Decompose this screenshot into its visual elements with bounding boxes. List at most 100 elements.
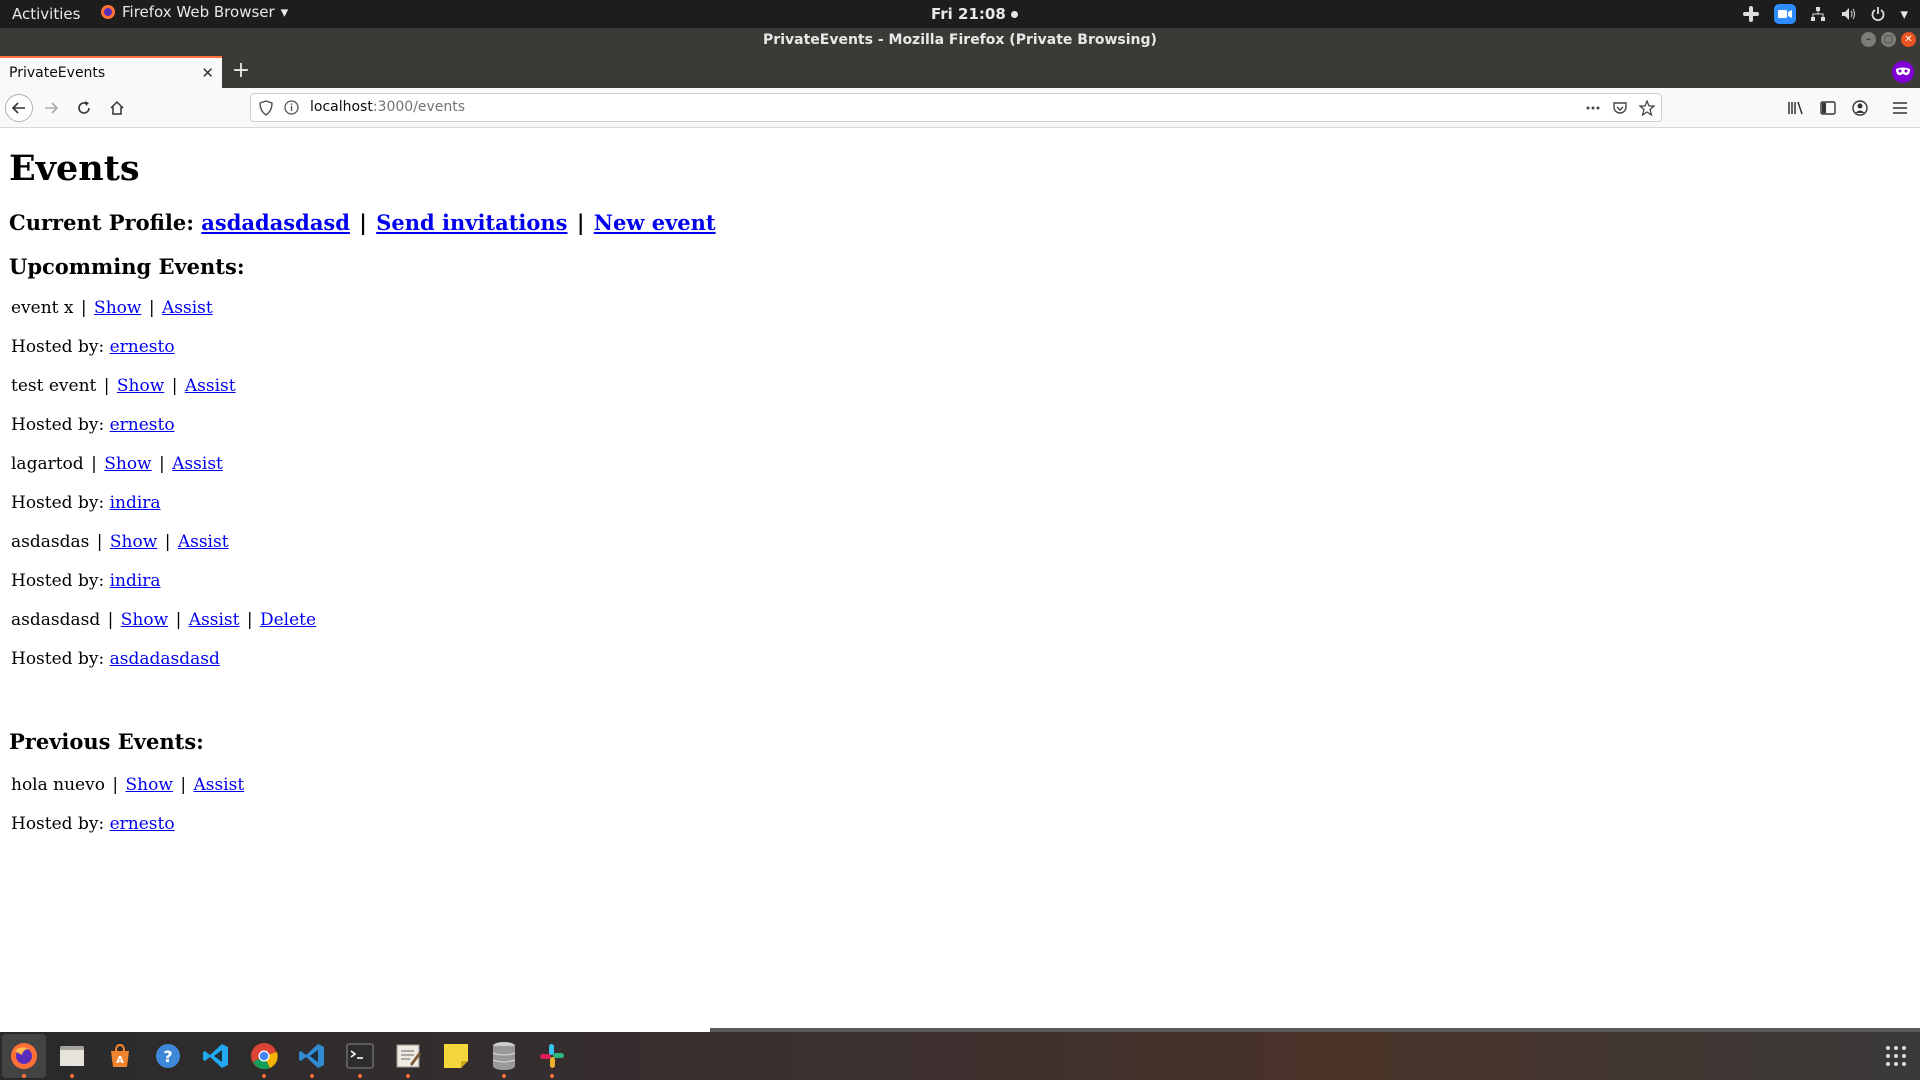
database-icon[interactable] — [488, 1040, 520, 1078]
page-content: Events Current Profile: asdadasdasd | Se… — [0, 128, 1920, 1032]
hosted-by-row: Hosted by: ernesto — [11, 814, 175, 834]
software-center-icon[interactable]: A — [104, 1040, 136, 1072]
show-event-link[interactable]: Show — [94, 298, 141, 318]
event-name: asdasdas — [11, 532, 90, 552]
hosted-by-label: Hosted by: — [11, 571, 105, 591]
navigation-toolbar: localhost:3000/events — [0, 88, 1920, 128]
bookmark-star-icon[interactable] — [1639, 100, 1655, 116]
window-titlebar: PrivateEvents - Mozilla Firefox (Private… — [0, 28, 1920, 54]
chrome-icon[interactable] — [248, 1040, 280, 1078]
account-icon — [1852, 100, 1868, 116]
show-event-link[interactable]: Show — [104, 454, 151, 474]
reload-button[interactable] — [70, 94, 98, 122]
close-tab-icon[interactable]: ✕ — [201, 64, 214, 82]
menu-button[interactable] — [1886, 94, 1914, 122]
app-menu-label: Firefox Web Browser — [122, 3, 275, 21]
host-link[interactable]: indira — [110, 571, 161, 591]
firefox-icon[interactable] — [8, 1040, 40, 1078]
zoom-tray-icon[interactable] — [1774, 4, 1797, 24]
text-editor-icon[interactable] — [392, 1040, 424, 1078]
window-title: PrivateEvents - Mozilla Firefox (Private… — [763, 32, 1157, 48]
host-link[interactable]: asdadasdasd — [110, 649, 220, 669]
show-event-link[interactable]: Show — [110, 532, 157, 552]
hosted-by-row: Hosted by: indira — [11, 493, 161, 513]
shield-icon[interactable] — [259, 100, 273, 116]
home-icon — [110, 100, 124, 115]
sidebar-icon — [1820, 101, 1836, 115]
clock[interactable]: Fri 21:08 — [931, 5, 1018, 23]
home-button[interactable] — [103, 94, 131, 122]
app-menu[interactable]: Firefox Web Browser ▾ — [100, 3, 288, 21]
forward-button[interactable] — [37, 94, 65, 122]
activities-button[interactable]: Activities — [12, 5, 80, 23]
hosted-by-row: Hosted by: ernesto — [11, 337, 175, 357]
show-event-link[interactable]: Show — [117, 376, 164, 396]
help-icon[interactable]: ? — [152, 1040, 184, 1072]
hosted-by-row: Hosted by: ernesto — [11, 415, 175, 435]
page-actions-icon[interactable] — [1585, 100, 1601, 116]
event-name: lagartod — [11, 454, 84, 474]
assist-event-link[interactable]: Assist — [193, 775, 244, 795]
send-invitations-link[interactable]: Send invitations — [376, 210, 567, 235]
url-path: :3000/events — [372, 99, 466, 115]
account-button[interactable] — [1846, 94, 1874, 122]
library-button[interactable] — [1782, 94, 1810, 122]
event-name: test event — [11, 376, 97, 396]
dock: A ? — [0, 1028, 1920, 1080]
profile-link[interactable]: asdadasdasd — [201, 210, 350, 235]
current-profile-line: Current Profile: asdadasdasd | Send invi… — [9, 210, 716, 235]
site-info-icon[interactable] — [284, 100, 299, 115]
pocket-icon[interactable] — [1612, 100, 1628, 116]
assist-event-link[interactable]: Assist — [185, 376, 236, 396]
url-text[interactable]: localhost:3000/events — [310, 99, 465, 115]
sidebar-button[interactable] — [1814, 94, 1842, 122]
assist-event-link[interactable]: Assist — [172, 454, 223, 474]
system-top-bar: Activities Firefox Web Browser ▾ Fri 21:… — [0, 0, 1920, 28]
delete-event-link[interactable]: Delete — [260, 610, 316, 630]
power-icon[interactable] — [1870, 6, 1886, 22]
event-row: asdasdasd | Show | Assist | Delete — [11, 610, 317, 630]
horizontal-scrollbar[interactable] — [710, 1028, 1920, 1032]
system-tray: ▾ — [1742, 2, 1908, 26]
vscode-icon[interactable] — [200, 1040, 232, 1072]
vscode-icon-2[interactable] — [296, 1040, 328, 1078]
sticky-notes-icon[interactable] — [440, 1040, 472, 1072]
assist-event-link[interactable]: Assist — [178, 532, 229, 552]
arrow-left-icon — [11, 102, 25, 114]
chevron-down-icon[interactable]: ▾ — [1900, 5, 1908, 23]
host-link[interactable]: indira — [110, 493, 161, 513]
terminal-icon[interactable] — [344, 1040, 376, 1078]
event-row: event x | Show | Assist — [11, 298, 213, 318]
svg-text:A: A — [116, 1055, 124, 1066]
tab-label: PrivateEvents — [9, 65, 106, 81]
host-link[interactable]: ernesto — [110, 415, 175, 435]
assist-event-link[interactable]: Assist — [162, 298, 213, 318]
host-link[interactable]: ernesto — [110, 337, 175, 357]
close-window-button[interactable]: ✕ — [1901, 32, 1916, 47]
event-name: asdasdasd — [11, 610, 101, 630]
url-host: localhost — [310, 99, 373, 115]
assist-event-link[interactable]: Assist — [189, 610, 240, 630]
show-applications-icon[interactable] — [1880, 1040, 1912, 1072]
tab-private-events[interactable]: PrivateEvents ✕ — [0, 56, 222, 88]
show-event-link[interactable]: Show — [126, 775, 173, 795]
previous-events-heading: Previous Events: — [9, 729, 204, 754]
clock-label: Fri 21:08 — [931, 5, 1006, 23]
event-name: event x — [11, 298, 74, 318]
maximize-button[interactable]: □ — [1881, 32, 1896, 47]
event-name: hola nuevo — [11, 775, 105, 795]
new-event-link[interactable]: New event — [594, 210, 716, 235]
files-icon[interactable] — [56, 1040, 88, 1078]
back-button[interactable] — [5, 94, 33, 122]
minimize-button[interactable]: – — [1861, 32, 1876, 47]
network-icon[interactable] — [1810, 6, 1826, 22]
url-bar[interactable]: localhost:3000/events — [250, 93, 1662, 122]
volume-icon[interactable] — [1840, 6, 1856, 22]
profile-label: Current Profile: — [9, 210, 194, 235]
hosted-by-row: Hosted by: indira — [11, 571, 161, 591]
slack-icon[interactable] — [536, 1040, 568, 1078]
slack-tray-icon[interactable] — [1742, 5, 1760, 23]
host-link[interactable]: ernesto — [110, 814, 175, 834]
show-event-link[interactable]: Show — [121, 610, 168, 630]
new-tab-button[interactable]: + — [229, 58, 253, 83]
